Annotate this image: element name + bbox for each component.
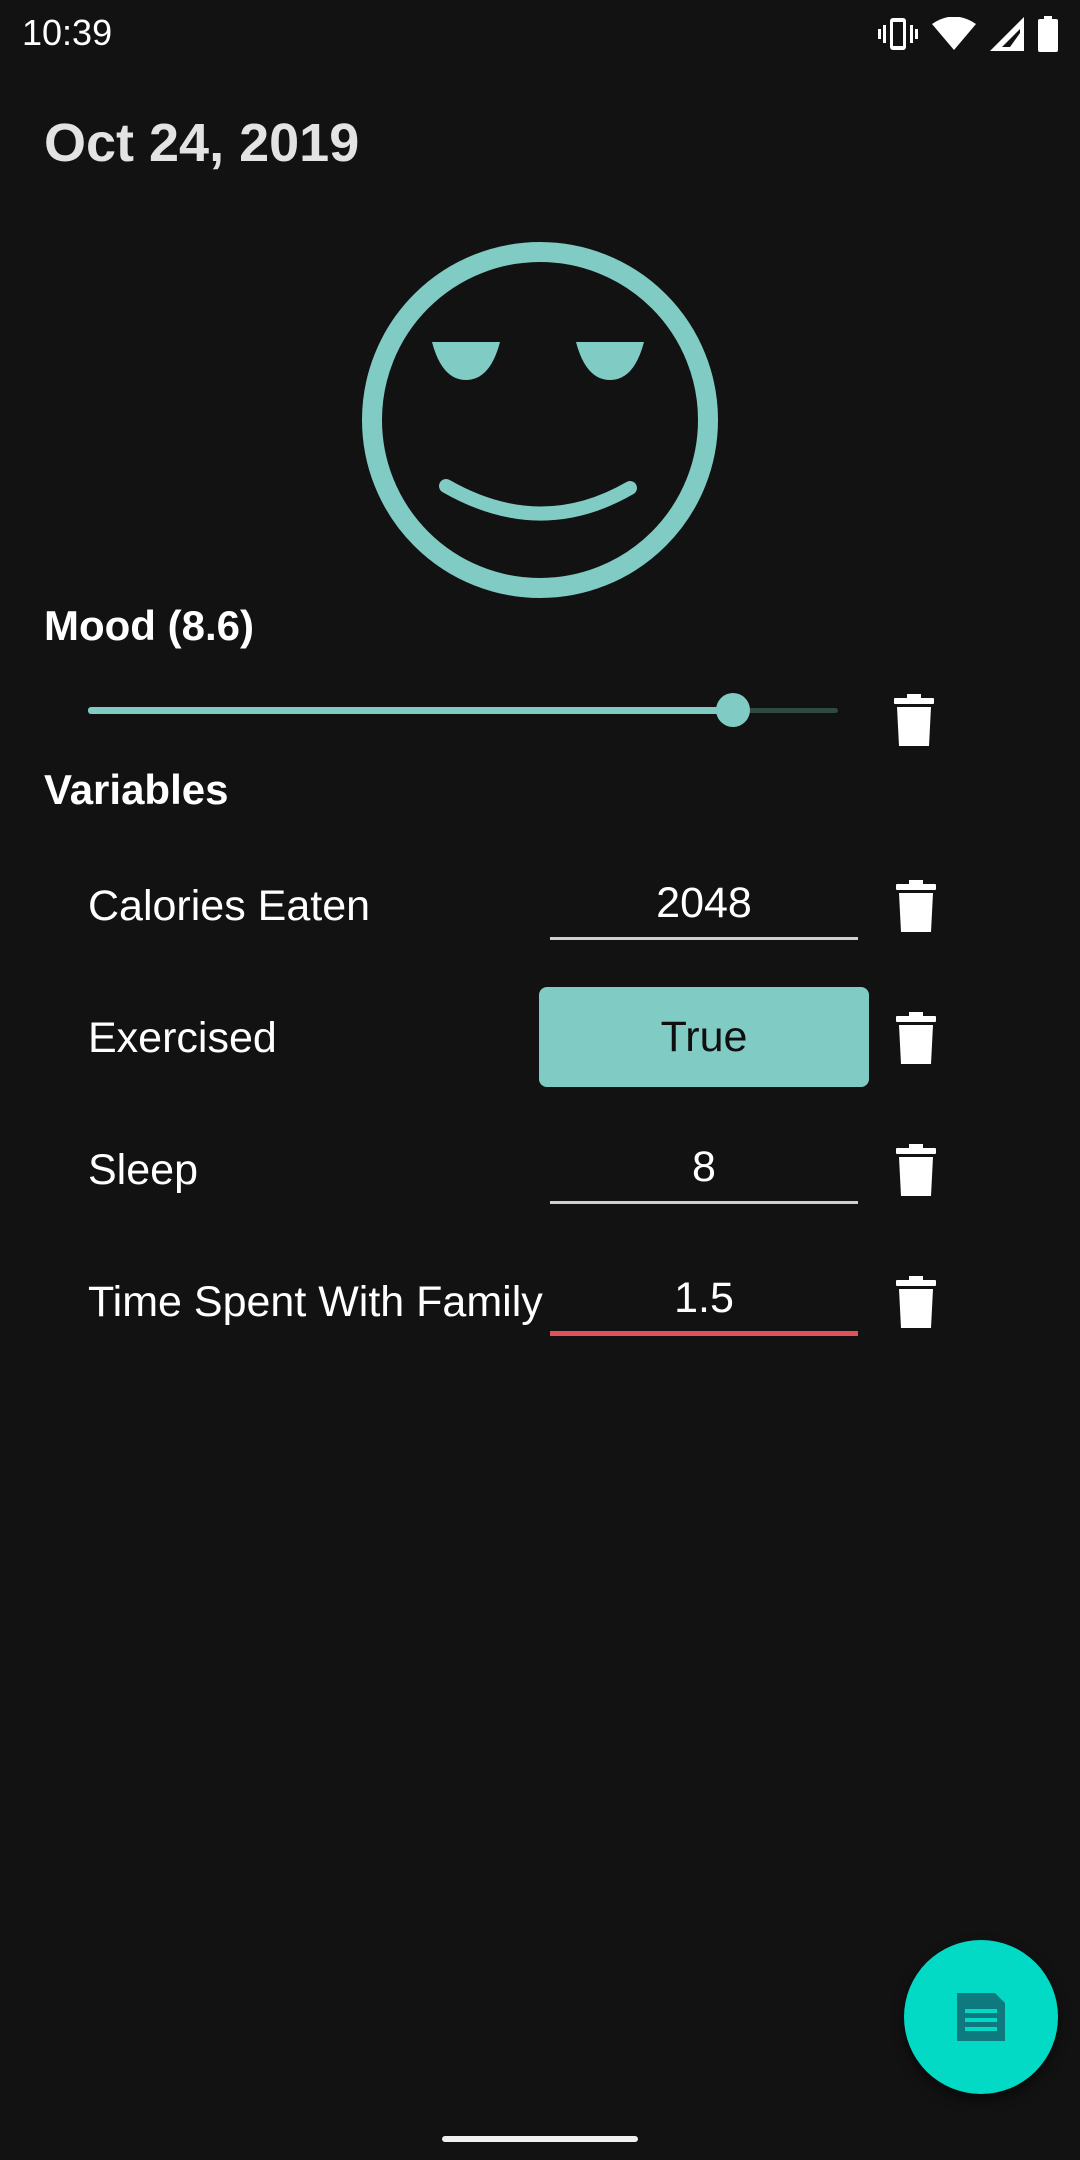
mood-label: Mood (8.6)	[44, 602, 254, 649]
cellular-signal-icon	[990, 17, 1024, 51]
save-floppy-icon	[957, 1993, 1005, 2041]
delete-mood-button[interactable]	[894, 694, 934, 746]
exercised-toggle-button[interactable]: True	[539, 987, 869, 1087]
content-smiley-face-icon	[362, 242, 718, 598]
variable-name-calories-eaten: Calories Eaten	[88, 882, 371, 930]
trash-icon	[894, 694, 934, 746]
battery-icon	[1038, 16, 1058, 52]
delete-exercised-button[interactable]	[896, 1012, 936, 1064]
slider-active-track[interactable]	[88, 707, 733, 714]
time-spent-with-family-input[interactable]	[550, 1266, 858, 1336]
trash-icon	[896, 1276, 936, 1328]
save-button[interactable]	[904, 1940, 1058, 2094]
trash-icon	[896, 880, 936, 932]
trash-icon	[896, 1012, 936, 1064]
variable-name-sleep: Sleep	[88, 1146, 198, 1194]
mood-slider[interactable]	[88, 690, 838, 730]
trash-icon	[896, 1144, 936, 1196]
screen: 10:39 Oct 24, 2019 Mood (8.6) Variables …	[0, 0, 1080, 2160]
slider-thumb[interactable]	[716, 693, 750, 727]
status-bar: 10:39	[0, 0, 1080, 66]
home-indicator[interactable]	[442, 2136, 638, 2142]
variable-name-time-spent-with-family: Time Spent With Family	[88, 1278, 543, 1326]
delete-time-spent-with-family-button[interactable]	[896, 1276, 936, 1328]
delete-calories-eaten-button[interactable]	[896, 880, 936, 932]
status-time: 10:39	[22, 12, 113, 53]
wifi-icon	[932, 17, 976, 51]
status-icons	[878, 14, 1058, 54]
entry-date: Oct 24, 2019	[44, 113, 360, 173]
variables-label: Variables	[44, 766, 229, 813]
vibrate-icon	[878, 16, 918, 52]
calories-eaten-input[interactable]	[550, 870, 858, 940]
delete-sleep-button[interactable]	[896, 1144, 936, 1196]
variable-name-exercised: Exercised	[88, 1014, 277, 1062]
sleep-input[interactable]	[550, 1134, 858, 1204]
